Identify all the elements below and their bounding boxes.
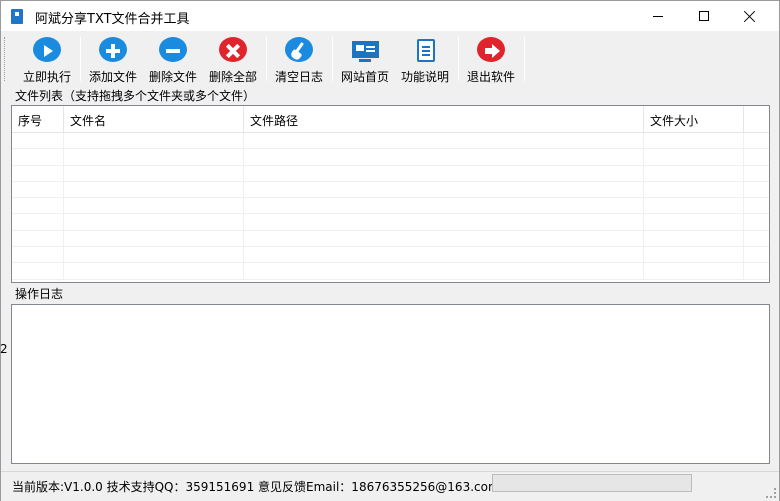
execute-button[interactable]: 立即执行 xyxy=(17,35,77,85)
table-row[interactable] xyxy=(12,247,769,264)
app-icon xyxy=(11,9,23,24)
table-row[interactable] xyxy=(12,165,769,182)
website-home-button[interactable]: 网站首页 xyxy=(336,35,394,85)
clear-log-button[interactable]: 清空日志 xyxy=(270,35,328,85)
table-row[interactable] xyxy=(12,181,769,199)
table-row[interactable] xyxy=(12,198,769,215)
toolbar-grip[interactable] xyxy=(4,37,7,81)
toolbar-separator xyxy=(266,37,267,81)
toolbar-separator xyxy=(458,37,459,81)
delete-all-label: 删除全部 xyxy=(208,70,257,84)
file-list-rows xyxy=(12,133,769,280)
play-icon xyxy=(33,37,61,62)
delete-all-button[interactable]: 删除全部 xyxy=(204,35,262,85)
clear-log-label: 清空日志 xyxy=(274,70,323,84)
exit-icon xyxy=(477,37,505,62)
execute-label: 立即执行 xyxy=(22,70,71,84)
close-circle-icon xyxy=(219,37,247,62)
resize-grip[interactable] xyxy=(766,488,776,498)
status-text: 当前版本:V1.0.0 技术支持QQ：359151691 意见反馈Email：1… xyxy=(12,480,500,494)
column-header-index[interactable]: 序号 xyxy=(12,106,64,133)
status-bar: 当前版本:V1.0.0 技术支持QQ：359151691 意见反馈Email：1… xyxy=(1,471,779,501)
add-file-label: 添加文件 xyxy=(88,70,137,84)
plus-icon xyxy=(99,37,127,62)
column-header-filepath[interactable]: 文件路径 xyxy=(244,106,644,133)
table-row[interactable] xyxy=(12,149,769,166)
close-window-button[interactable] xyxy=(727,1,773,31)
maximize-button[interactable] xyxy=(681,1,727,31)
exit-label: 退出软件 xyxy=(466,70,515,84)
minus-icon xyxy=(159,37,187,62)
table-row[interactable] xyxy=(12,133,769,150)
column-header-filler xyxy=(744,106,769,133)
file-list-group-label: 文件列表（支持拖拽多个文件夹或多个文件） xyxy=(15,87,256,104)
app-window: 阿斌分享TXT文件合并工具 立即执行 添加文件 删除文件 删除全部 清空日志 网… xyxy=(0,0,780,501)
monitor-icon xyxy=(351,37,379,62)
toolbar-separator xyxy=(332,37,333,81)
toolbar-separator xyxy=(80,37,81,81)
broom-icon xyxy=(285,37,313,62)
edge-text: 2 xyxy=(0,342,8,356)
window-title: 阿斌分享TXT文件合并工具 xyxy=(35,12,190,27)
delete-file-label: 删除文件 xyxy=(148,70,197,84)
help-label: 功能说明 xyxy=(400,70,449,84)
table-row[interactable] xyxy=(12,230,769,248)
minimize-button[interactable] xyxy=(635,1,681,31)
toolbar-separator xyxy=(524,37,525,81)
file-list[interactable]: 序号 文件名 文件路径 文件大小 xyxy=(11,105,770,283)
title-bar[interactable]: 阿斌分享TXT文件合并工具 xyxy=(1,1,779,31)
minimize-icon xyxy=(653,15,663,17)
close-icon xyxy=(744,10,756,22)
toolbar: 立即执行 添加文件 删除文件 删除全部 清空日志 网站首页 功能说明 退出软件 xyxy=(1,31,779,87)
column-header-filesize[interactable]: 文件大小 xyxy=(644,106,744,133)
delete-file-button[interactable]: 删除文件 xyxy=(144,35,202,85)
log-textarea[interactable] xyxy=(11,304,770,464)
document-icon xyxy=(411,37,439,62)
log-group-label: 操作日志 xyxy=(15,285,64,302)
progress-bar xyxy=(492,474,692,492)
column-header-filename[interactable]: 文件名 xyxy=(64,106,244,133)
file-list-header: 序号 文件名 文件路径 文件大小 xyxy=(12,106,769,133)
table-row[interactable] xyxy=(12,214,769,231)
maximize-icon xyxy=(699,11,709,21)
add-file-button[interactable]: 添加文件 xyxy=(84,35,142,85)
help-button[interactable]: 功能说明 xyxy=(396,35,454,85)
exit-button[interactable]: 退出软件 xyxy=(462,35,520,85)
website-home-label: 网站首页 xyxy=(340,70,389,84)
table-row[interactable] xyxy=(12,263,769,280)
